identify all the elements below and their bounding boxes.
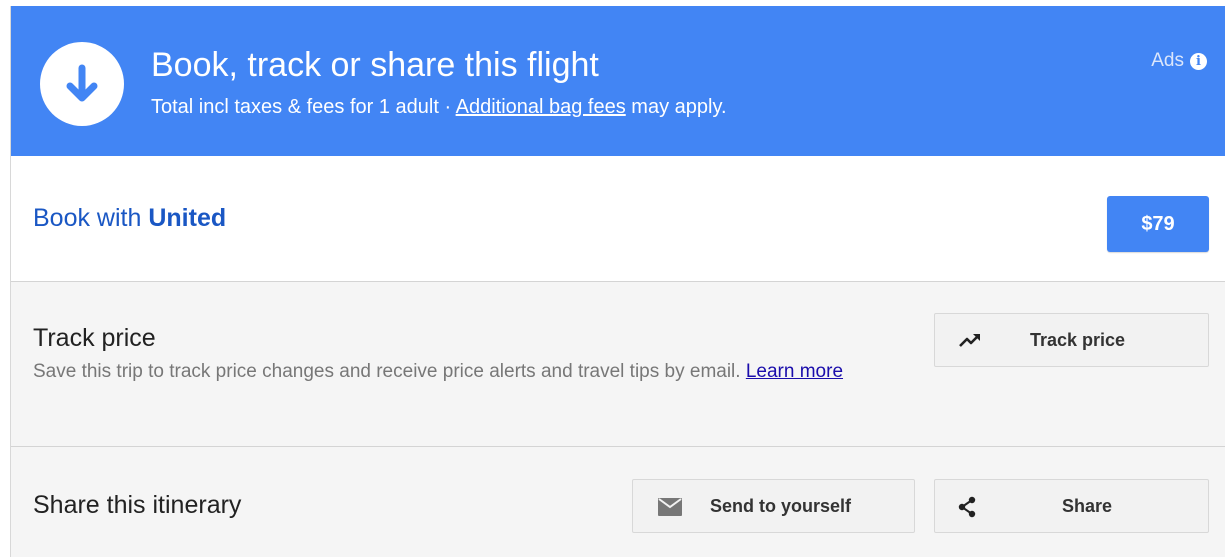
send-to-yourself-button[interactable]: Send to yourself	[632, 479, 915, 533]
ads-badge[interactable]: Ads i	[1151, 50, 1207, 72]
track-description-text: Save this trip to track price changes an…	[33, 361, 746, 382]
book-prefix: Book with	[33, 204, 149, 232]
share-row: Share this itinerary Send to yourself Sh…	[11, 447, 1225, 557]
track-price-row: Track price Save this trip to track pric…	[11, 282, 1225, 447]
info-icon: i	[1190, 52, 1207, 70]
send-to-yourself-label: Send to yourself	[710, 496, 852, 516]
book-with-label: Book with United	[33, 204, 226, 233]
trending-up-icon	[957, 329, 983, 351]
share-icon	[957, 496, 977, 518]
header-banner: Book, track or share this flight Total i…	[11, 6, 1225, 156]
book-track-share-card: Book, track or share this flight Total i…	[10, 6, 1225, 557]
header-subtitle: Total incl taxes & fees for 1 adult · Ad…	[151, 96, 727, 119]
download-arrow-icon	[40, 42, 124, 126]
mail-icon	[658, 498, 682, 516]
track-price-title: Track price	[33, 324, 156, 352]
track-price-description: Save this trip to track price changes an…	[33, 356, 893, 388]
share-title: Share this itinerary	[33, 491, 242, 519]
track-price-button[interactable]: Track price	[934, 313, 1209, 367]
share-button[interactable]: Share	[934, 479, 1209, 533]
header-title: Book, track or share this flight	[151, 46, 599, 84]
share-button-label: Share	[1062, 496, 1113, 516]
bag-fees-link[interactable]: Additional bag fees	[456, 96, 626, 118]
price-button[interactable]: $79	[1107, 196, 1209, 252]
subtitle-prefix: Total incl taxes & fees for 1 adult ·	[151, 96, 456, 118]
ads-label: Ads	[1151, 50, 1184, 71]
book-row: Book with United $79	[11, 156, 1225, 282]
subtitle-suffix: may apply.	[625, 96, 727, 118]
learn-more-link[interactable]: Learn more	[746, 361, 843, 382]
airline-name: United	[148, 204, 227, 232]
track-price-button-label: Track price	[1030, 330, 1126, 350]
